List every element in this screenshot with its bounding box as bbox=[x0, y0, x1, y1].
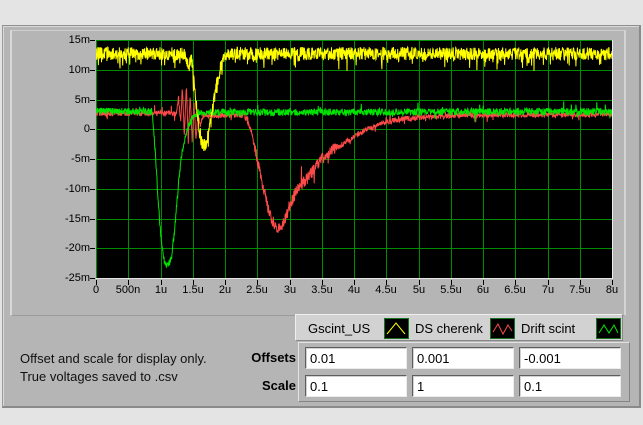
x-axis-tick-label: 8u bbox=[605, 284, 619, 296]
legend-line-style-icon-gscint-us[interactable] bbox=[384, 318, 409, 339]
y-axis-tick-mark bbox=[90, 100, 95, 101]
y-axis-tick-label: -5m bbox=[71, 153, 90, 165]
y-axis-tick-mark bbox=[90, 189, 95, 190]
plot-legend: Gscint_US DS cherenk Drift scint bbox=[295, 314, 623, 341]
legend-line-style-icon-ds-cherenk[interactable] bbox=[490, 318, 515, 339]
offset-scale-cluster bbox=[298, 342, 630, 402]
y-axis-tick-mark bbox=[90, 159, 95, 160]
labview-front-panel: 15m 10m 5m 0 -5m -10m -15m -20m -25m 0 500n 1u 1.5u 2… bbox=[0, 0, 643, 425]
waveform-traces bbox=[96, 40, 612, 278]
offset-input-ds-cherenk[interactable] bbox=[412, 347, 514, 369]
display-note-line1: Offset and scale for display only. bbox=[20, 351, 207, 366]
scale-input-drift-scint[interactable] bbox=[519, 375, 621, 397]
y-axis-tick-mark bbox=[90, 278, 95, 279]
y-axis-tick-label: -20m bbox=[64, 242, 90, 254]
y-axis-tick-label: -10m bbox=[64, 183, 90, 195]
legend-label-ds-cherenk[interactable]: DS cherenk bbox=[415, 321, 483, 336]
y-axis-tick-label: -25m bbox=[64, 272, 90, 284]
y-axis-tick-mark bbox=[90, 248, 95, 249]
y-axis-tick-label: 0 bbox=[83, 123, 90, 135]
y-axis-tick-mark bbox=[90, 70, 95, 71]
legend-line-style-icon-drift-scint[interactable] bbox=[596, 318, 621, 339]
y-axis-tick-label: -15m bbox=[64, 213, 90, 225]
waveform-plot-area bbox=[96, 40, 613, 279]
offset-input-drift-scint[interactable] bbox=[519, 347, 621, 369]
y-axis-tick-mark bbox=[90, 219, 95, 220]
y-axis-tick-label: 5m bbox=[74, 94, 90, 106]
y-axis-tick-mark bbox=[90, 40, 95, 41]
display-note-line2: True voltages saved to .csv bbox=[20, 369, 178, 384]
offset-input-gscint-us[interactable] bbox=[305, 347, 407, 369]
y-axis-tick-label: 15m bbox=[68, 34, 90, 46]
display-note: Offset and scale for display only. True … bbox=[20, 350, 260, 386]
scale-input-gscint-us[interactable] bbox=[305, 375, 407, 397]
legend-label-drift-scint[interactable]: Drift scint bbox=[521, 321, 575, 336]
y-axis-tick-label: 10m bbox=[68, 64, 90, 76]
legend-label-gscint-us[interactable]: Gscint_US bbox=[308, 321, 370, 336]
scale-input-ds-cherenk[interactable] bbox=[412, 375, 514, 397]
y-axis-tick-mark bbox=[90, 129, 95, 130]
